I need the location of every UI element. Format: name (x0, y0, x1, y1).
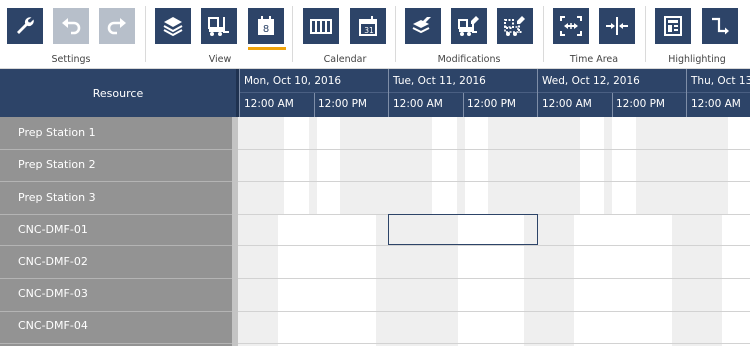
group-label-modifications: Modifications (437, 54, 501, 65)
step-arrow-icon (712, 17, 729, 35)
row-divider (0, 214, 232, 215)
document-list-icon (664, 16, 682, 36)
time-header: 12:00 PM (318, 98, 367, 110)
ribbon-separator (145, 6, 146, 62)
group-label-view: View (208, 54, 232, 65)
time-header: 12:00 AM (542, 98, 592, 110)
row-divider (0, 149, 232, 150)
ribbon-separator (395, 6, 396, 62)
time-header: 12:00 AM (393, 98, 443, 110)
active-view-indicator (248, 47, 286, 50)
settings-button[interactable] (7, 8, 43, 44)
row-divider (238, 278, 750, 279)
resource-row-label[interactable]: CNC-DMF-03 (18, 287, 88, 300)
selected-cell[interactable] (388, 214, 538, 245)
row-divider (238, 343, 750, 344)
schedule-grid[interactable] (238, 117, 750, 346)
resource-view-button[interactable] (201, 8, 237, 44)
row-divider (0, 181, 232, 182)
collapse-time-area-button[interactable] (599, 8, 635, 44)
half-day-divider (612, 93, 613, 117)
row-divider (238, 311, 750, 312)
undo-button[interactable] (53, 8, 89, 44)
edit-resource-alt-button[interactable] (497, 8, 533, 44)
day-header: Tue, Oct 11, 2016 (393, 75, 486, 87)
half-day-divider (463, 93, 464, 117)
row-divider (0, 343, 232, 344)
row-divider (238, 181, 750, 182)
day-header: Wed, Oct 12, 2016 (542, 75, 640, 87)
time-header: 12:00 AM (244, 98, 294, 110)
ribbon-separator (645, 6, 646, 62)
edit-forklift-dashed-icon (504, 16, 525, 36)
wrench-icon (17, 17, 34, 34)
calendar-day-view-button[interactable]: 8 (248, 8, 284, 44)
non-working-time (238, 117, 284, 214)
calendar-day-number: 8 (263, 24, 269, 35)
row-divider (0, 245, 232, 246)
highlight-list-button[interactable] (655, 8, 691, 44)
group-label-highlighting: Highlighting (668, 54, 726, 65)
resource-row-label[interactable]: Prep Station 2 (18, 158, 96, 171)
calendar-month-day: 31 (364, 26, 374, 35)
edit-layers-button[interactable] (405, 8, 441, 44)
resource-row-label[interactable]: CNC-DMF-02 (18, 255, 88, 268)
resource-row-label[interactable]: CNC-DMF-01 (18, 223, 88, 236)
group-label-calendar: Calendar (323, 54, 367, 65)
expand-time-area-button[interactable] (553, 8, 589, 44)
resource-column-header[interactable]: Resource (0, 69, 236, 117)
resource-row-label[interactable]: Prep Station 1 (18, 126, 96, 139)
day-divider (388, 69, 389, 117)
highlight-path-button[interactable] (702, 8, 738, 44)
day-header: Mon, Oct 10, 2016 (244, 75, 342, 87)
calendar-month-icon: 31 (359, 16, 377, 36)
resource-row-label[interactable]: CNC-DMF-04 (18, 319, 88, 332)
undo-icon (62, 18, 81, 35)
redo-button[interactable] (99, 8, 135, 44)
expand-time-icon (560, 16, 582, 36)
collapse-time-icon (606, 17, 628, 35)
group-label-time-area: Time Area (569, 54, 619, 65)
calendar-list-button[interactable] (303, 8, 339, 44)
calendar-month-button[interactable]: 31 (350, 8, 386, 44)
layers-view-button[interactable] (155, 8, 191, 44)
calendar-day-icon: 8 (258, 16, 274, 35)
edit-layers-icon (412, 17, 431, 34)
redo-icon (107, 18, 126, 35)
row-divider (0, 311, 232, 312)
ribbon-separator (292, 6, 293, 62)
time-header: 12:00 PM (467, 98, 516, 110)
row-divider (238, 149, 750, 150)
non-working-time (636, 117, 728, 214)
time-header: 12:00 AM (691, 98, 741, 110)
resource-list: Prep Station 1 Prep Station 2 Prep Stati… (0, 117, 232, 346)
forklift-icon (208, 17, 229, 36)
time-header: 12:00 PM (616, 98, 665, 110)
non-working-time (488, 117, 580, 214)
ribbon-toolbar: Settings 8 View 31 Calendar Modification… (0, 0, 750, 69)
timeline-header: Resource Mon, Oct 10, 2016 Tue, Oct 11, … (0, 69, 750, 117)
half-day-divider (314, 93, 315, 117)
day-divider (537, 69, 538, 117)
edit-resource-button[interactable] (451, 8, 487, 44)
header-divider (239, 92, 750, 93)
row-divider (0, 278, 232, 279)
non-working-time (672, 214, 722, 346)
edit-forklift-icon (458, 16, 479, 36)
non-working-time (238, 214, 278, 346)
day-divider (686, 69, 687, 117)
non-working-time (340, 117, 432, 214)
non-working-time (604, 117, 612, 214)
day-header: Thu, Oct 13, 2016 (691, 75, 750, 87)
day-divider (239, 69, 240, 117)
non-working-time (309, 117, 317, 214)
group-label-settings: Settings (51, 54, 91, 65)
layers-icon (163, 17, 183, 37)
non-working-time (457, 117, 465, 214)
row-divider (238, 245, 750, 246)
calendar-columns-icon (310, 19, 332, 34)
resource-row-label[interactable]: Prep Station 3 (18, 191, 96, 204)
ribbon-separator (543, 6, 544, 62)
